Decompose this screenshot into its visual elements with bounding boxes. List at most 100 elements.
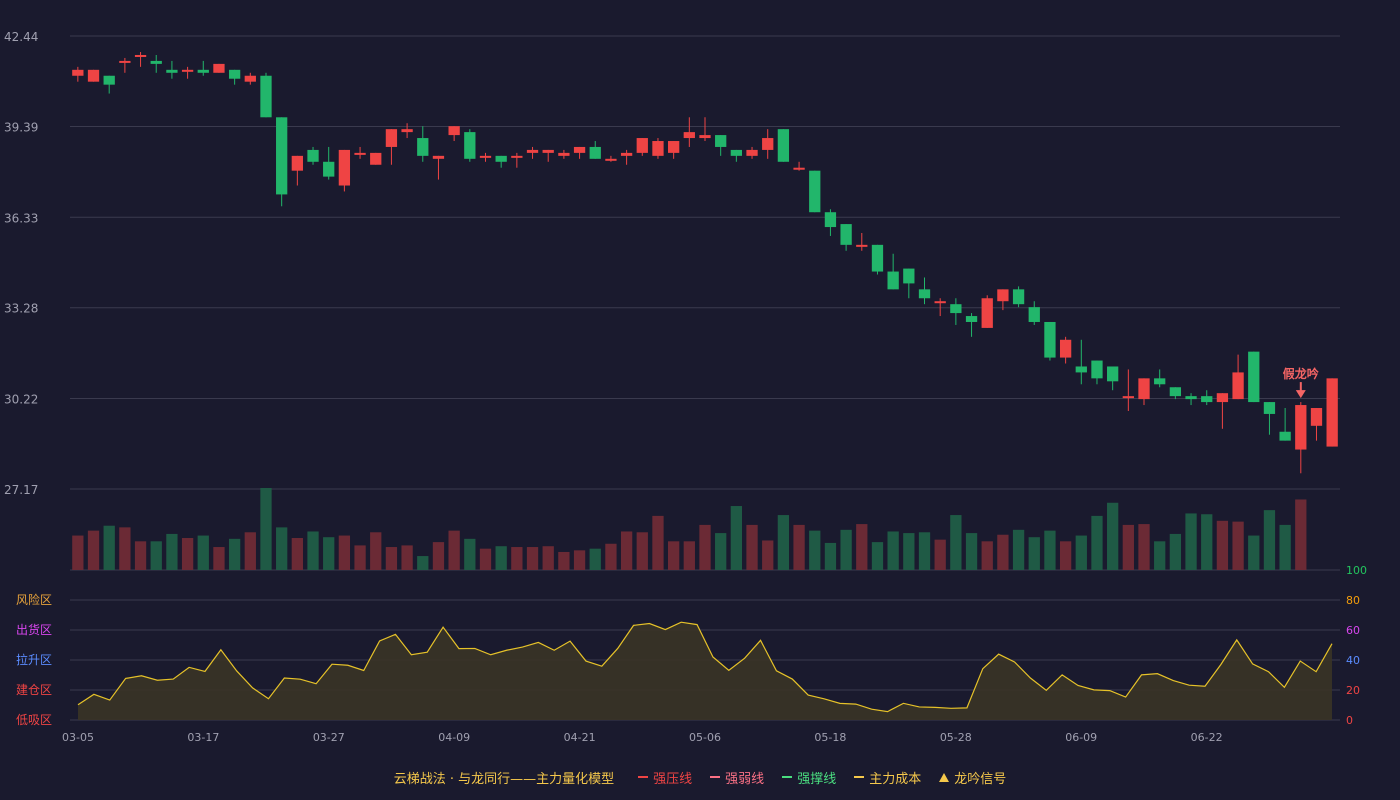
volume-bar xyxy=(150,541,162,570)
volume-bar xyxy=(636,532,648,570)
candle-body xyxy=(213,63,225,73)
candle-body xyxy=(620,152,633,156)
legend-label: 主力成本 xyxy=(869,771,922,787)
candle-body xyxy=(1295,405,1307,450)
candle-body xyxy=(1169,387,1182,397)
price-tick-label: 42.44 xyxy=(4,30,38,44)
legend-triangle-icon xyxy=(939,772,950,782)
candle-body xyxy=(589,146,601,159)
candle-body xyxy=(464,132,476,159)
candle-body xyxy=(542,149,554,153)
x-tick-label: 05-06 xyxy=(689,731,721,744)
candle-body xyxy=(134,54,147,57)
candle-body xyxy=(166,69,178,73)
legend-item-dragon-signal[interactable]: 龙吟信号 xyxy=(939,768,1006,787)
volume-bar xyxy=(1091,515,1103,570)
volume-bar xyxy=(730,506,743,570)
candle-body xyxy=(934,301,946,304)
volume-bar xyxy=(276,527,288,570)
candle-body xyxy=(260,75,272,118)
candle-body xyxy=(244,75,256,82)
volume-bar xyxy=(479,548,492,570)
candle-body xyxy=(981,298,993,328)
x-tick-label: 05-18 xyxy=(814,731,846,744)
candle-body xyxy=(323,161,335,177)
candle-body xyxy=(1107,366,1119,382)
volume-bar xyxy=(166,533,178,570)
signal-marker: 假龙吟 xyxy=(1283,366,1319,399)
volume-bar xyxy=(762,540,774,570)
volume-bar xyxy=(119,527,131,570)
volume-bar xyxy=(558,551,570,570)
volume-bar xyxy=(1169,533,1182,570)
volume-bar xyxy=(307,531,319,570)
candle-body xyxy=(119,60,131,63)
volume-bar xyxy=(103,525,115,570)
indicator-tick-label: 40 xyxy=(1346,654,1360,667)
volume-bar xyxy=(417,556,429,570)
candle-body xyxy=(1185,396,1197,400)
candle-body xyxy=(1059,339,1072,358)
volume-bar xyxy=(620,531,633,570)
price-tick-label: 39.39 xyxy=(4,120,38,134)
x-tick-label: 05-28 xyxy=(940,731,972,744)
volume-bar xyxy=(1107,502,1119,570)
candle-body xyxy=(1028,307,1040,322)
volume-bar xyxy=(950,515,962,570)
volume-bar xyxy=(448,530,460,570)
volume-bar xyxy=(338,535,351,570)
volume-bar xyxy=(260,488,272,570)
candle-body xyxy=(573,146,586,153)
volume-bar xyxy=(464,538,476,570)
x-tick-label: 06-09 xyxy=(1065,731,1097,744)
chart: 42.44 39.39 36.33 33.28 30.22 27.17 100 80 60 40 2… xyxy=(4,30,1367,744)
candle-body xyxy=(181,69,194,72)
candle-body xyxy=(903,268,915,284)
candle-body xyxy=(683,132,695,139)
volume-bar xyxy=(354,545,366,570)
candle-body xyxy=(1310,408,1323,426)
volume-bar xyxy=(401,545,413,570)
volume-bar xyxy=(1059,541,1072,570)
volume-bar xyxy=(809,530,821,570)
volume-bar xyxy=(934,539,946,570)
volume-bar xyxy=(134,541,147,570)
indicator-panel xyxy=(77,621,1333,720)
indicator-area xyxy=(78,622,1332,720)
volume-bar xyxy=(526,547,539,570)
volume-bar xyxy=(981,541,993,570)
signal-label: 假龙吟 xyxy=(1283,366,1319,381)
candle-body xyxy=(965,316,978,322)
volume-bar xyxy=(1232,521,1244,570)
volume-bar xyxy=(1044,530,1056,570)
candle-body xyxy=(1263,402,1276,414)
legend-item-strong-pressure[interactable]: 强压线 xyxy=(638,768,692,787)
indicator-tick-label: 60 xyxy=(1346,624,1360,637)
candle-body xyxy=(809,170,821,213)
volume-bar xyxy=(903,533,915,570)
volume-bar xyxy=(793,524,805,570)
volume-bar xyxy=(667,541,680,570)
zone-label: 出货区 xyxy=(16,622,52,637)
legend-line-marker xyxy=(782,776,793,778)
volume-bar xyxy=(495,546,507,570)
volume-bar xyxy=(1138,524,1150,570)
candle-body xyxy=(417,138,429,156)
legend-item-strength-line[interactable]: 强弱线 xyxy=(710,768,764,787)
candle-body xyxy=(699,135,711,139)
candle-body xyxy=(871,244,884,272)
legend-item-strong-support[interactable]: 强撑线 xyxy=(782,768,836,787)
volume-bar xyxy=(542,546,554,570)
x-tick-label: 04-09 xyxy=(438,731,470,744)
volume-bar xyxy=(291,538,303,570)
volume-bar xyxy=(699,524,711,570)
volume-bar xyxy=(1185,513,1197,570)
legend-label: 强撑线 xyxy=(797,771,837,787)
volume-bar xyxy=(777,515,790,570)
candle-body xyxy=(1075,366,1087,373)
zone-label: 拉升区 xyxy=(16,652,52,667)
legend-label: 龙吟信号 xyxy=(954,771,1007,787)
volume-bar xyxy=(683,541,695,570)
volume-bar xyxy=(197,535,209,570)
legend-item-main-cost[interactable]: 主力成本 xyxy=(854,768,921,787)
